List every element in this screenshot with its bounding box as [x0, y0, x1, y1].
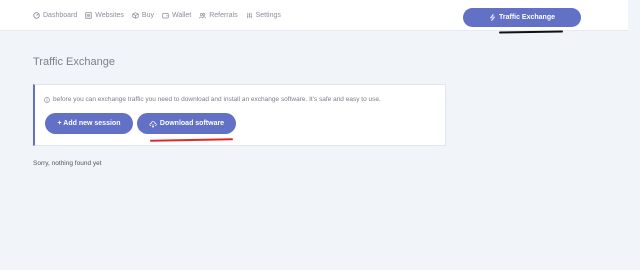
nav-item-settings[interactable]: Settings [246, 12, 281, 19]
nav-item-referrals[interactable]: Referrals [199, 12, 238, 19]
nav-item-dashboard[interactable]: Dashboard [33, 12, 77, 19]
info-card: before you can exchange traffic you need… [33, 84, 446, 146]
annotation-underline-black [498, 30, 564, 34]
nav-item-label: Dashboard [43, 12, 78, 19]
nav-item-websites[interactable]: Websites [85, 12, 124, 19]
add-session-button[interactable]: + Add new session [45, 113, 133, 134]
list-icon [85, 12, 92, 19]
empty-state-message: Sorry, nothing found yet [33, 160, 102, 167]
cube-icon [132, 12, 139, 19]
nav-item-label: Buy [141, 12, 154, 19]
info-icon [44, 96, 50, 103]
page-title: Traffic Exchange [33, 56, 115, 68]
traffic-exchange-label: Traffic Exchange [498, 14, 556, 21]
nav-item-label: Websites [95, 12, 124, 19]
bolt-icon [489, 14, 496, 21]
traffic-exchange-button[interactable]: Traffic Exchange [463, 8, 581, 27]
main-nav: Dashboard Websites Buy Wallet Referrals [33, 0, 289, 31]
nav-item-label: Wallet [171, 12, 192, 19]
download-software-button[interactable]: Download software [137, 113, 236, 134]
nav-item-label: Referrals [209, 12, 238, 19]
wallet-icon [162, 12, 169, 19]
info-message: before you can exchange traffic you need… [44, 96, 381, 103]
download-software-label: Download software [159, 120, 225, 127]
nav-item-wallet[interactable]: Wallet [162, 12, 191, 19]
scrollbar[interactable] [628, 0, 640, 270]
top-navbar: Dashboard Websites Buy Wallet Referrals [0, 0, 628, 31]
cloud-download-icon [149, 120, 157, 128]
nav-item-label: Settings [255, 12, 281, 19]
sliders-icon [246, 12, 253, 19]
add-session-label: + Add new session [57, 120, 121, 127]
info-text: before you can exchange traffic you need… [53, 96, 381, 103]
nav-item-buy[interactable]: Buy [132, 12, 154, 19]
users-icon [199, 12, 207, 19]
dashboard-icon [33, 12, 40, 19]
